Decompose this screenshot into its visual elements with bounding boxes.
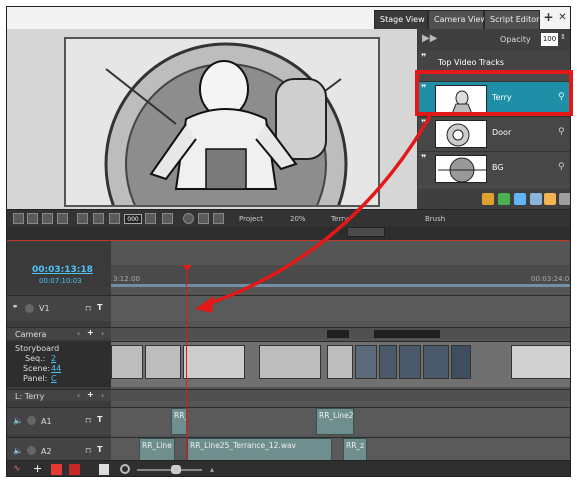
callout-arrow	[195, 115, 432, 313]
